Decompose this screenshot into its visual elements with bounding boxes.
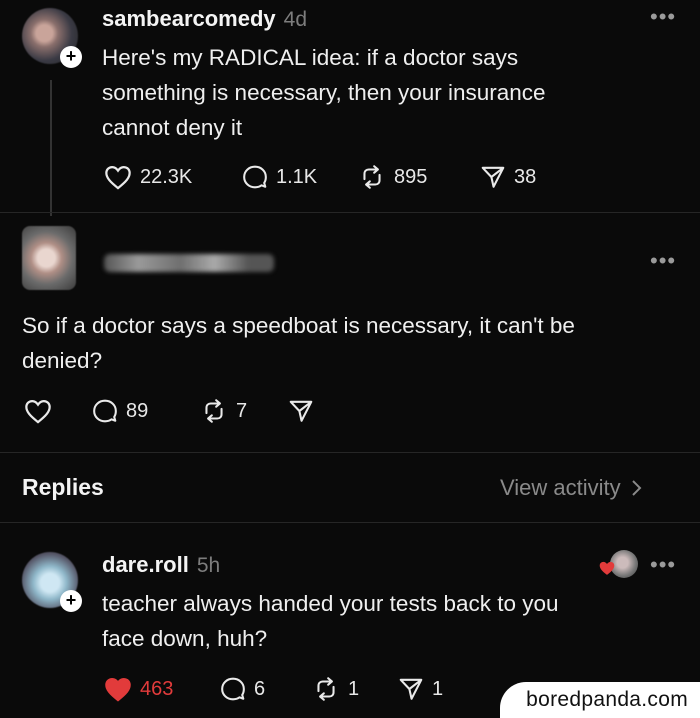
post-text: Here's my RADICAL idea: if a doctor says… bbox=[102, 40, 682, 145]
comment-button[interactable]: 1.1K bbox=[242, 164, 317, 190]
heart-icon bbox=[599, 561, 615, 575]
repost-icon bbox=[317, 677, 335, 701]
post-text-line: Here's my RADICAL idea: if a doctor says bbox=[102, 45, 519, 70]
repost-button[interactable]: 7 bbox=[200, 398, 247, 424]
comment-icon bbox=[93, 399, 117, 423]
like-count: 22.3K bbox=[140, 165, 193, 188]
more-options-icon[interactable]: ••• bbox=[650, 4, 676, 30]
repost-count: 1 bbox=[348, 677, 360, 700]
post-text-line: cannot deny it bbox=[102, 115, 243, 140]
comment-text-line: teacher always handed your tests back to… bbox=[102, 591, 559, 616]
blurred-username[interactable] bbox=[104, 254, 274, 272]
comment-icon bbox=[221, 677, 245, 701]
repost-button[interactable]: 1 bbox=[312, 676, 359, 702]
share-button[interactable]: 38 bbox=[480, 164, 536, 190]
repost-icon bbox=[205, 399, 223, 423]
divider bbox=[0, 452, 700, 453]
send-icon bbox=[399, 678, 423, 700]
follow-plus-icon[interactable]: + bbox=[60, 590, 82, 612]
share-button[interactable] bbox=[288, 398, 314, 424]
share-count: 38 bbox=[514, 165, 537, 188]
divider bbox=[0, 212, 700, 213]
repost-count: 895 bbox=[394, 165, 428, 188]
post-time: 4d bbox=[283, 8, 308, 31]
heart-filled-icon bbox=[105, 677, 131, 702]
watermark: boredpanda.com bbox=[500, 682, 700, 718]
send-icon bbox=[481, 166, 505, 188]
repost-button[interactable]: 895 bbox=[358, 164, 427, 190]
liked-by-author-badge bbox=[598, 550, 638, 580]
view-activity-link[interactable]: View activity bbox=[500, 475, 643, 501]
more-options-icon[interactable]: ••• bbox=[650, 552, 676, 578]
like-button[interactable] bbox=[24, 398, 52, 424]
comment-username[interactable]: dare.roll bbox=[102, 552, 189, 577]
view-activity-label: View activity bbox=[500, 475, 621, 500]
like-button[interactable]: 463 bbox=[104, 676, 173, 702]
comment-button[interactable]: 6 bbox=[220, 676, 265, 702]
comment-count: 1.1K bbox=[276, 165, 318, 188]
comment-text: teacher always handed your tests back to… bbox=[102, 586, 672, 656]
like-count: 463 bbox=[140, 677, 174, 700]
post-username[interactable]: sambearcomedy bbox=[102, 6, 276, 31]
replies-heading: Replies bbox=[22, 474, 104, 500]
post-text-line: something is necessary, then your insura… bbox=[102, 80, 546, 105]
comment-button[interactable]: 89 bbox=[92, 398, 148, 424]
thread-line bbox=[50, 80, 52, 216]
divider bbox=[0, 522, 700, 523]
chevron-right-icon bbox=[631, 480, 642, 496]
comment-count: 6 bbox=[254, 677, 266, 700]
share-count: 1 bbox=[432, 677, 444, 700]
comment-header: dare.roll 5h bbox=[102, 552, 220, 578]
comment-time: 5h bbox=[196, 554, 221, 577]
heart-icon bbox=[25, 399, 51, 424]
post-header: sambearcomedy 4d bbox=[102, 6, 307, 32]
share-button[interactable]: 1 bbox=[398, 676, 443, 702]
reply-text-line: denied? bbox=[22, 348, 103, 373]
like-button[interactable]: 22.3K bbox=[104, 164, 192, 190]
comment-icon bbox=[243, 165, 267, 189]
more-options-icon[interactable]: ••• bbox=[650, 248, 676, 274]
heart-icon bbox=[105, 165, 131, 190]
reply-text: So if a doctor says a speedboat is neces… bbox=[22, 308, 682, 378]
reply-text-line: So if a doctor says a speedboat is neces… bbox=[22, 313, 575, 338]
send-icon bbox=[289, 400, 313, 422]
comment-count: 89 bbox=[126, 399, 149, 422]
follow-plus-icon[interactable]: + bbox=[60, 46, 82, 68]
repost-count: 7 bbox=[236, 399, 248, 422]
comment-text-line: face down, huh? bbox=[102, 626, 268, 651]
avatar[interactable] bbox=[22, 226, 76, 290]
repost-icon bbox=[363, 165, 381, 189]
